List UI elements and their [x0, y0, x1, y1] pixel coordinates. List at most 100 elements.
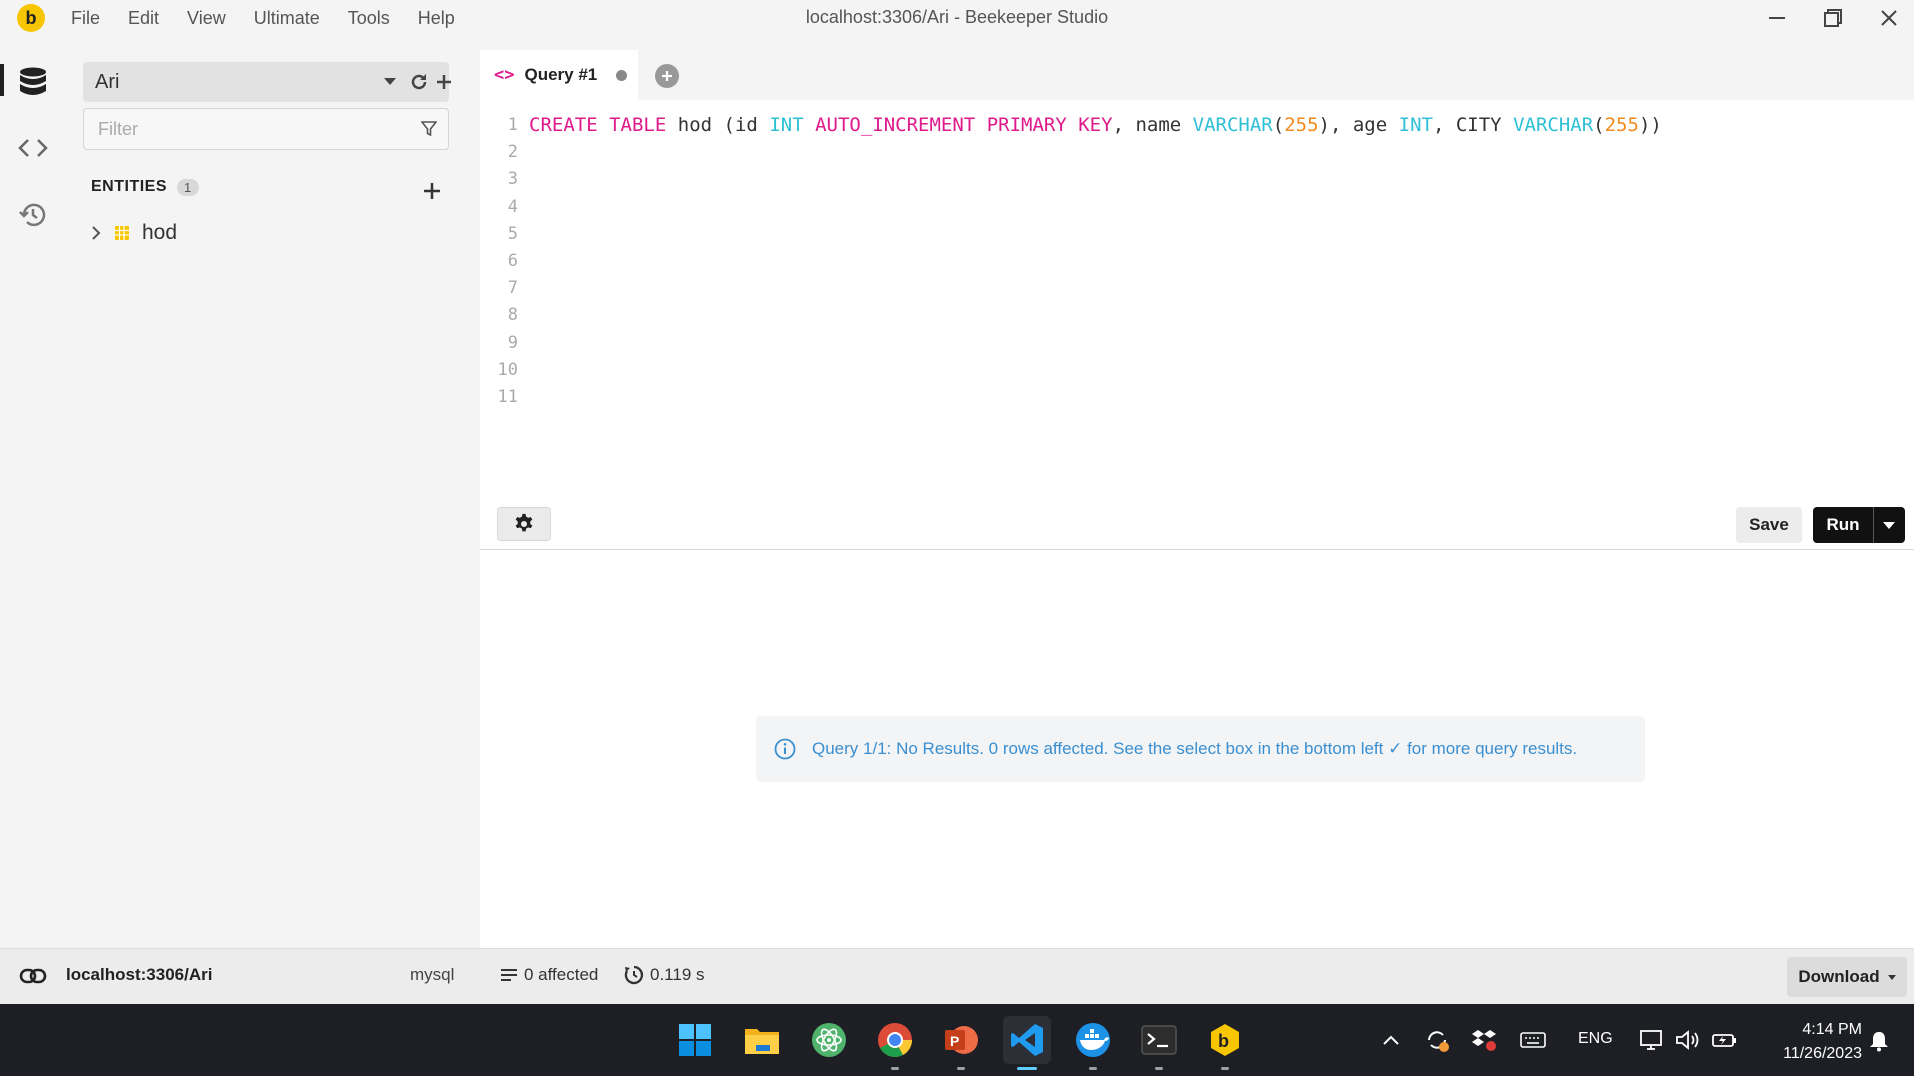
sql-token: name [1135, 114, 1182, 136]
run-dropdown-icon[interactable] [1883, 521, 1895, 529]
sql-editor[interactable]: 1 2 3 4 5 6 7 8 9 10 11 CREATE TABLE hod… [480, 100, 1914, 500]
rows-affected-text: 0 affected [524, 965, 599, 984]
restore-icon [1824, 9, 1842, 27]
line-number: 9 [507, 332, 518, 353]
sidebar: Ari ENTITIES 1 hod [66, 50, 478, 948]
result-message: Query 1/1: No Results. 0 rows affected. … [756, 716, 1645, 782]
sql-token: ( [1272, 114, 1285, 136]
filter-icon[interactable] [421, 121, 437, 137]
rows-affected: 0 affected [500, 965, 598, 985]
menu-help[interactable]: Help [418, 8, 455, 29]
chrome-icon [878, 1023, 912, 1057]
add-entity-button[interactable] [418, 177, 446, 205]
windows-start-icon [679, 1024, 711, 1056]
filter-input[interactable] [98, 119, 398, 140]
query-time: 0.119 s [624, 965, 705, 985]
menu-tools[interactable]: Tools [348, 8, 390, 29]
minimize-button[interactable] [1749, 0, 1805, 36]
chevron-right-icon[interactable] [90, 226, 102, 240]
new-connection-button[interactable] [430, 68, 458, 96]
database-icon [20, 67, 46, 95]
connection-host: localhost:3306/Ari [66, 965, 213, 984]
menu-bar: File Edit View Ultimate Tools Help [58, 0, 483, 36]
database-nav-button[interactable] [14, 63, 52, 101]
powerpoint-button[interactable]: P [937, 1016, 985, 1070]
keyboard-icon[interactable] [1520, 1030, 1546, 1050]
entities-label: ENTITIES [91, 178, 168, 195]
sql-keyword: TABLE [609, 114, 667, 136]
beekeeper-button[interactable]: b [1201, 1016, 1249, 1070]
code-line[interactable]: CREATE TABLE hod (id INT AUTO_INCREMENT … [529, 112, 1662, 139]
atom-icon [812, 1023, 846, 1057]
system-tray [1382, 1004, 1568, 1076]
tab-query-1[interactable]: <> Query #1 [480, 50, 638, 100]
active-indicator [0, 64, 4, 96]
run-button[interactable]: Run [1813, 515, 1873, 535]
refresh-icon [411, 74, 427, 90]
history-icon [19, 203, 46, 227]
download-button[interactable]: Download [1787, 957, 1907, 997]
sql-keyword: KEY [1078, 114, 1113, 136]
battery-icon[interactable] [1711, 1028, 1739, 1052]
database-type: mysql [410, 965, 455, 984]
line-number: 3 [507, 169, 518, 190]
system-tray-status [1639, 1004, 1739, 1076]
beekeeper-icon: b [1211, 1024, 1239, 1056]
line-number: 7 [507, 278, 518, 299]
refresh-button[interactable] [405, 68, 433, 96]
system-clock[interactable]: 4:14 PM 11/26/2023 [1752, 1018, 1862, 1066]
notification-bell-icon[interactable] [1869, 1030, 1889, 1052]
line-number: 11 [497, 386, 518, 407]
volume-icon[interactable] [1675, 1028, 1701, 1052]
running-indicator [957, 1067, 965, 1070]
entity-row-hod[interactable]: hod [90, 218, 177, 248]
network-icon[interactable] [1639, 1028, 1665, 1052]
run-button-group: Run [1813, 507, 1905, 543]
close-window-button[interactable] [1861, 0, 1914, 36]
main-area: <> Query #1 1 2 3 4 5 6 7 8 9 10 11 CREA… [480, 50, 1914, 948]
menu-view[interactable]: View [187, 8, 226, 29]
vscode-button[interactable] [1003, 1016, 1051, 1070]
title-bar: b File Edit View Ultimate Tools Help loc… [0, 0, 1914, 36]
line-number-gutter: 1 2 3 4 5 6 7 8 9 10 11 [480, 112, 520, 411]
line-number: 8 [507, 305, 518, 326]
connection-status[interactable]: localhost:3306/Ari mysql [0, 949, 478, 1005]
windows-start-button[interactable] [671, 1016, 719, 1064]
chrome-button[interactable] [871, 1016, 919, 1070]
status-bar: localhost:3306/Ari mysql 0 affected 0.11… [0, 948, 1914, 1004]
terminal-button[interactable] [1135, 1016, 1183, 1070]
queries-nav-button[interactable] [14, 129, 52, 167]
dropbox-icon[interactable] [1472, 1027, 1498, 1053]
file-explorer-button[interactable] [738, 1016, 786, 1064]
tab-bar: <> Query #1 [480, 50, 1914, 100]
clock-time: 4:14 PM [1802, 1021, 1862, 1038]
unsaved-dot-icon[interactable] [616, 69, 628, 81]
menu-ultimate[interactable]: Ultimate [254, 8, 320, 29]
save-button[interactable]: Save [1736, 507, 1802, 543]
chevron-up-icon[interactable] [1382, 1034, 1400, 1046]
menu-file[interactable]: File [71, 8, 100, 29]
download-label: Download [1798, 967, 1880, 986]
language-indicator[interactable]: ENG [1578, 1030, 1613, 1048]
sql-keyword: AUTO_INCREMENT [815, 114, 976, 136]
sql-type: VARCHAR [1513, 114, 1594, 136]
entities-header: ENTITIES 1 [91, 178, 199, 196]
sync-icon[interactable] [1424, 1027, 1450, 1053]
sql-token: ( [1593, 114, 1605, 136]
restore-button[interactable] [1805, 0, 1861, 36]
connection-name: Ari [95, 71, 120, 93]
sql-token: ( [712, 114, 735, 136]
connection-select[interactable]: Ari [83, 62, 451, 102]
docker-button[interactable] [1069, 1016, 1117, 1070]
settings-button[interactable] [497, 507, 551, 541]
atom-button[interactable] [805, 1016, 853, 1064]
history-nav-button[interactable] [14, 196, 52, 234]
new-tab-button[interactable] [655, 64, 679, 88]
menu-edit[interactable]: Edit [128, 8, 159, 29]
